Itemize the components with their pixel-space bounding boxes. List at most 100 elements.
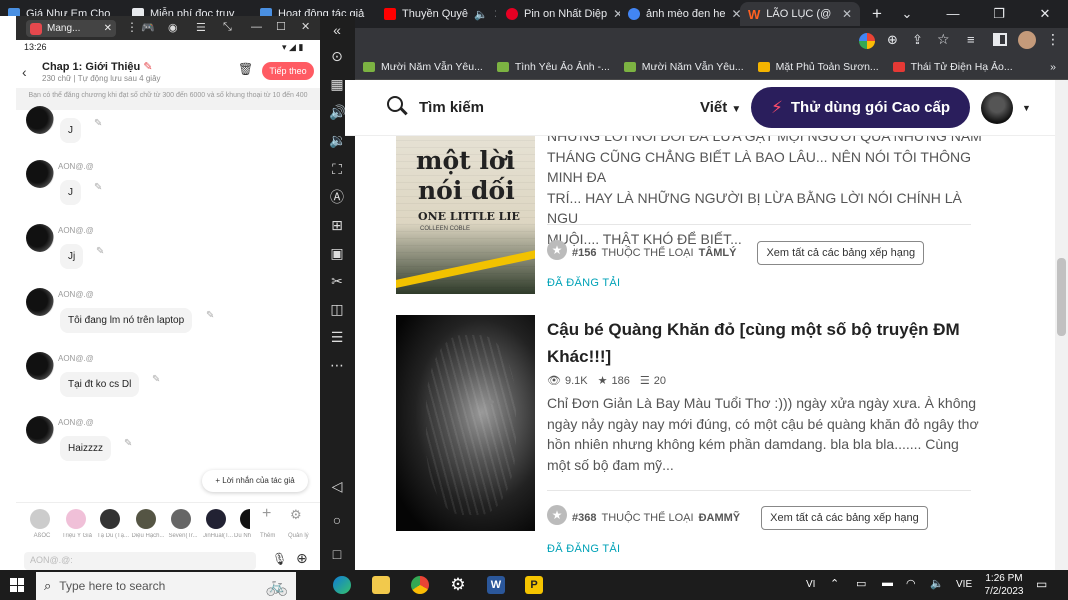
more-options-icon[interactable]: ⋯ [329,357,345,373]
maximize-icon[interactable]: ❐ [976,0,1022,28]
back-nav-icon[interactable]: ◁ [329,478,345,494]
close-window-icon[interactable]: ✕ [1022,0,1068,28]
character-chip[interactable] [206,509,226,529]
language-indicator[interactable]: VI [806,579,815,590]
edit-pencil-icon[interactable]: ✎ [152,374,160,385]
message-bubble[interactable]: Tại đt ko cs Dl [60,372,140,397]
multi-window-icon[interactable]: ◫ [329,301,345,317]
character-chip[interactable] [171,509,191,529]
collapse-sidebar-icon[interactable]: « [329,22,345,38]
character-avatar[interactable] [26,416,54,444]
edit-pencil-icon[interactable]: ✎ [96,246,104,257]
chevron-down-icon[interactable]: ▼ [1022,103,1031,113]
story-cover[interactable] [396,315,535,531]
character-avatar[interactable] [26,160,54,188]
home-nav-icon[interactable]: ○ [329,512,345,528]
close-icon[interactable]: ✕ [104,23,112,34]
minimize-icon[interactable]: — [251,21,262,33]
message-bubble[interactable]: J [60,180,81,205]
gamepad-icon[interactable]: 🎮 [141,21,155,34]
edge-icon[interactable] [333,576,351,594]
view-all-rankings-button[interactable]: Xem tất cả các bảng xếp hạng [757,241,925,265]
close-icon[interactable]: ✕ [494,7,496,21]
minimize-icon[interactable]: — [930,0,976,28]
settings-icon[interactable]: ⊙ [329,48,345,64]
battery-icon[interactable]: ▬ [882,577,893,589]
reading-list-icon[interactable]: ≡ [967,32,975,47]
share-icon[interactable]: ⇪ [912,32,923,48]
edit-pencil-icon[interactable]: ✎ [94,182,102,193]
message-input[interactable]: AON@.@: [24,552,256,570]
clock[interactable]: 1:26 PM 7/2/2023 [984,573,1024,597]
story-title[interactable]: Cậu bé Quàng Khăn đỏ [cùng một số bộ tru… [547,316,987,370]
maximize-icon[interactable]: ☐ [276,20,286,33]
character-chip[interactable] [30,509,50,529]
bookmark-item[interactable]: Tình Yêu Ảo Ảnh -... [496,61,610,73]
speaker-icon[interactable]: 🔈 [474,8,488,21]
emulator-icon[interactable]: P [525,576,543,594]
chrome-icon[interactable] [411,576,429,594]
bookmark-item[interactable]: Mặt Phủ Toản Sươn... [757,61,879,73]
network-icon[interactable]: ▭ [856,577,866,590]
author-note-button[interactable]: + Lời nhắn của tác giả [202,470,308,492]
premium-button[interactable]: ⚡ Thử dùng gói Cao cấp [751,87,970,128]
windows-start-icon[interactable] [10,578,24,592]
message-bubble[interactable]: Tôi đang lm nó trên laptop [60,308,193,333]
chapter-title[interactable]: Chap 1: Giới Thiệu ✎ [42,60,153,73]
character-avatar[interactable] [26,224,54,252]
view-all-rankings-button[interactable]: Xem tất cả các bảng xếp hạng [761,506,928,530]
close-icon[interactable]: ✕ [732,7,740,21]
emulator-app-tab[interactable]: Mang... ✕ [26,20,116,37]
bookmark-item[interactable]: Mười Năm Vẫn Yêu... [363,61,483,73]
add-circle-icon[interactable]: ⊕ [296,550,308,567]
add-character-icon[interactable]: + [262,505,271,523]
edit-pencil-icon[interactable]: ✎ [206,310,214,321]
volume-down-icon[interactable]: 🔉 [329,132,346,148]
close-window-icon[interactable]: ✕ [301,20,310,33]
file-explorer-icon[interactable] [372,576,390,594]
settings-gear-icon[interactable]: ⚙ [290,507,302,523]
word-icon[interactable]: W [487,576,505,594]
close-icon[interactable]: ✕ [613,7,620,21]
keyboard-icon[interactable]: ▦ [329,76,345,92]
zoom-icon[interactable]: ⊕ [887,32,898,48]
edit-pencil-icon[interactable]: ✎ [124,438,132,449]
browser-tab-active[interactable]: W LÃO LỤC (@ ✕ [740,2,860,26]
microphone-icon[interactable]: 🎙 [272,552,287,566]
next-button[interactable]: Tiếp theo [262,62,314,80]
profile-avatar[interactable] [1018,31,1036,49]
page-scrollbar[interactable] [1055,80,1068,570]
speaker-icon[interactable]: 🔈 [930,577,944,590]
more-icon[interactable]: ⋮ [126,20,138,34]
write-menu[interactable]: Viết ▼ [700,99,741,116]
bookmark-item[interactable]: Thái Tử Điện Hạ Ảo... [892,61,1013,73]
delete-icon[interactable]: 🗑 [238,62,253,76]
scrollbar-thumb[interactable] [1057,258,1066,336]
chevron-up-icon[interactable]: ⌃ [830,577,839,590]
notes-icon[interactable]: ☰ [329,329,345,345]
user-avatar[interactable] [981,92,1013,124]
character-avatar[interactable] [26,288,54,316]
character-avatar[interactable] [26,106,54,134]
browser-tab[interactable]: ảnh mèo đen he ✕ [620,2,740,26]
import-icon[interactable]: ⊞ [329,217,345,233]
browser-tab[interactable]: Pin on Nhất Diệp ✕ [498,2,620,26]
menu-icon[interactable]: ☰ [196,21,206,34]
screenshot-icon[interactable]: ⛶ [329,161,345,177]
recents-nav-icon[interactable]: □ [329,546,345,562]
google-lens-icon[interactable] [859,33,875,49]
back-arrow-icon[interactable]: ‹ [22,64,27,80]
character-chip[interactable] [66,509,86,529]
fullscreen-exit-icon[interactable]: ⤡ [223,21,232,34]
account-icon[interactable]: ◉ [168,21,178,34]
character-avatar[interactable] [26,352,54,380]
apk-icon[interactable]: ▣ [329,245,345,261]
volume-up-icon[interactable]: 🔊 [329,104,346,120]
message-bubble[interactable]: J [60,118,81,143]
edit-pencil-icon[interactable]: ✎ [94,118,102,129]
side-panel-icon[interactable] [993,33,1007,46]
bookmark-item[interactable]: Mười Năm Vẫn Yêu... [623,61,744,73]
collapse-icon[interactable]: ⌄ [884,0,930,28]
scissors-icon[interactable]: ✂ [329,273,345,289]
wifi-icon[interactable]: ◠ [906,577,916,590]
